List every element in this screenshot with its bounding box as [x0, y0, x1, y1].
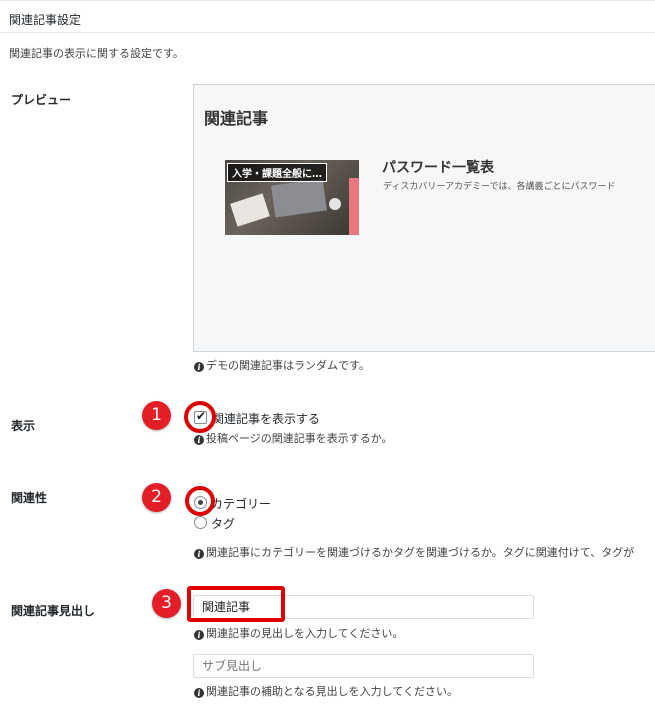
info-circle-icon: i — [194, 688, 204, 698]
radio-tag[interactable] — [194, 516, 207, 529]
annotation-marker-1: 1 — [142, 401, 171, 430]
relation-note: i 関連記事にカテゴリーを関連づけるかタグを関連づけるか。タグに関連付けて、タグが — [194, 544, 634, 560]
preview-label: プレビュー — [11, 93, 72, 107]
show-related-label[interactable]: 関連記事を表示する — [212, 410, 320, 427]
heading-label: 関連記事見出し — [11, 604, 96, 618]
info-circle-icon: i — [194, 630, 204, 640]
annotation-marker-2: 2 — [142, 483, 171, 512]
annotation-highlight-input — [187, 586, 285, 622]
post-title-link[interactable]: パスワード一覧表 — [382, 157, 494, 177]
heading-note: i 関連記事の見出しを入力してください。 — [194, 625, 403, 641]
annotation-highlight-checkbox — [184, 401, 216, 433]
sub-heading-input[interactable]: サブ見出し — [193, 654, 534, 678]
sub-heading-note: i 関連記事の補助となる見出しを入力してください。 — [194, 683, 458, 699]
display-label: 表示 — [11, 419, 36, 433]
info-circle-icon: i — [194, 362, 204, 372]
info-circle-icon: i — [194, 435, 204, 445]
preview-note: i デモの関連記事はランダムです。 — [194, 357, 370, 373]
panel-title: 関連記事設定 — [9, 13, 82, 27]
relation-label: 関連性 — [11, 491, 48, 505]
display-note-text: 投稿ページの関連記事を表示するか。 — [206, 432, 393, 445]
relation-note-text: 関連記事にカテゴリーを関連づけるかタグを関連づけるか。タグに関連付けて、タグが — [206, 546, 635, 559]
thumbnail-laptop — [271, 178, 327, 218]
radio-category-label[interactable]: カテゴリー — [211, 495, 271, 512]
sub-heading-note-text: 関連記事の補助となる見出しを入力してください。 — [206, 685, 459, 698]
thumbnail-mug — [329, 198, 341, 210]
thumbnail-paper — [230, 193, 270, 227]
display-note: i 投稿ページの関連記事を表示するか。 — [194, 430, 393, 446]
post-thumbnail[interactable]: 入学・課題全般に… — [225, 160, 359, 235]
annotation-highlight-radio — [185, 486, 215, 516]
radio-tag-label[interactable]: タグ — [211, 515, 235, 532]
post-excerpt: ディスカバリーアカデミーでは、各講義ごとにパスワード — [383, 182, 616, 192]
panel-description: 関連記事の表示に関する設定です。 — [9, 47, 184, 60]
related-posts-preview: 関連記事 入学・課題全般に… パスワード一覧表 ディスカバリーアカデミーでは、各… — [193, 84, 655, 352]
settings-panel-header: 関連記事設定 — [0, 0, 655, 33]
thumbnail-accent — [349, 178, 359, 235]
preview-heading: 関連記事 — [204, 109, 269, 128]
heading-note-text: 関連記事の見出しを入力してください。 — [206, 627, 404, 640]
annotation-marker-3: 3 — [152, 589, 181, 618]
preview-note-text: デモの関連記事はランダムです。 — [206, 359, 370, 372]
info-circle-icon: i — [194, 549, 204, 559]
thumbnail-category-caption: 入学・課題全般に… — [227, 163, 327, 182]
